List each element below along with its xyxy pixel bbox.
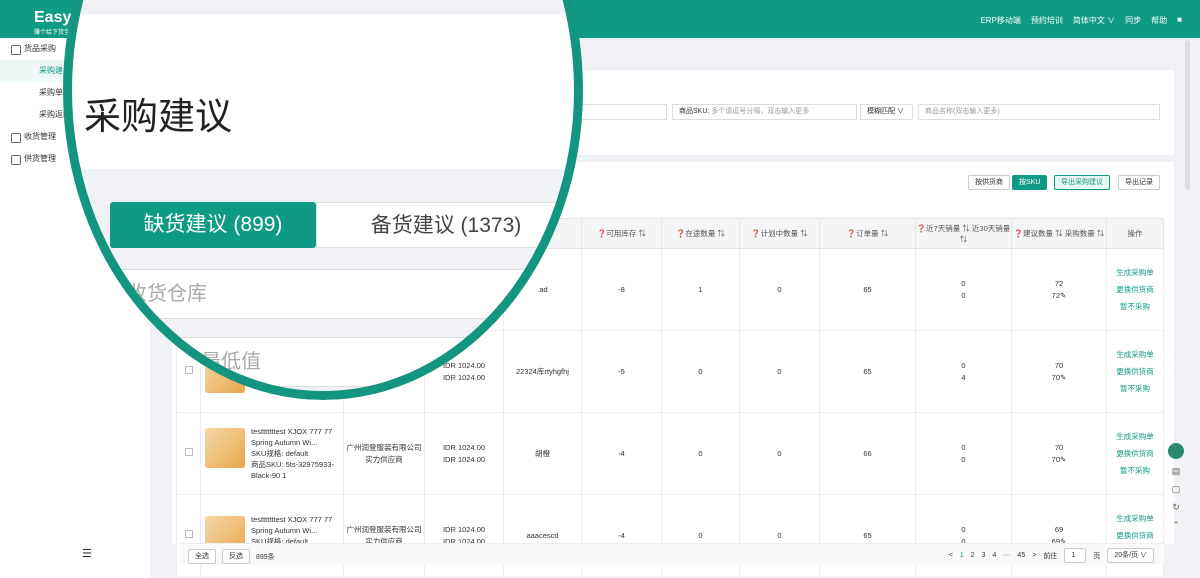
suggest-cell[interactable]: 72 72✎ <box>1011 248 1107 331</box>
select-all-button[interactable]: 全选 <box>188 549 216 564</box>
warehouse-cell: 22324库rtyhgfhj <box>503 330 582 413</box>
change-supplier-link[interactable]: 更换供货商 <box>1107 281 1163 298</box>
per-page-select[interactable]: 20条/页 ∨ <box>1107 548 1154 563</box>
skip-purchase-link[interactable]: 暂不采购 <box>1107 380 1163 397</box>
tab-short-stock[interactable]: 缺货建议 (899) <box>110 202 316 248</box>
row-checkbox[interactable] <box>176 412 201 495</box>
col-planned[interactable]: ❓计划中数量 ⇅ <box>739 218 820 249</box>
page-scrollbar[interactable] <box>1185 40 1190 190</box>
doc-icon[interactable]: ▤ <box>1172 466 1181 477</box>
orders-cell: 65 <box>819 248 916 331</box>
checkbox[interactable] <box>184 529 193 538</box>
orders-cell: 65 <box>819 330 916 413</box>
tab-stock-up[interactable]: 备货建议 (1373) <box>316 202 574 248</box>
page-3[interactable]: 3 <box>982 552 986 559</box>
page-4[interactable]: 4 <box>993 552 997 559</box>
sales-cell: 04 <box>915 330 1012 413</box>
page-unit: 页 <box>1093 552 1101 560</box>
available-cell: -5 <box>581 330 662 413</box>
col-sales[interactable]: ❓近7天销量 ⇅ 近30天销量 ⇅ <box>915 218 1012 249</box>
match-select[interactable]: 模糊匹配 ∨ <box>860 104 913 120</box>
user-icon[interactable]: ■ <box>1177 15 1182 26</box>
menu-collapse-icon[interactable]: ☰ <box>82 547 92 560</box>
goto-input[interactable]: 1 <box>1064 548 1087 563</box>
page-title: 采购建议 <box>84 95 232 138</box>
page-1[interactable]: 1 <box>960 552 964 559</box>
page-ellipsis[interactable]: ··· <box>1003 552 1010 559</box>
back-top-icon[interactable]: ⌃ <box>1172 520 1180 531</box>
actions-cell[interactable]: 生成采购单更换供货商暂不采购 <box>1106 330 1164 413</box>
magnifier-overlay: 采购建议 缺货建议 (899) 备货建议 (1373) 收货仓库 最低值 <box>63 0 583 400</box>
by-sku-button[interactable]: 按SKU <box>1012 175 1048 190</box>
change-supplier-link[interactable]: 更换供货商 <box>1107 363 1163 380</box>
col-transit[interactable]: ❓在途数量 ⇅ <box>661 218 740 249</box>
refresh-icon[interactable]: ↻ <box>1172 502 1180 513</box>
generate-po-link[interactable]: 生成采购单 <box>1107 264 1163 281</box>
export-suggestion-button[interactable]: 导出采购建议 <box>1054 175 1110 190</box>
top-right-menu: ERP移动端 预约培训 简体中文 ∨ 同步 帮助 ■ <box>980 15 1182 26</box>
supplier-cell: 广州润登服装有限公司实力供应商 <box>343 412 425 495</box>
change-supplier-link[interactable]: 更换供货商 <box>1107 527 1163 544</box>
orders-cell: 66 <box>819 412 916 495</box>
training-link[interactable]: 预约培训 <box>1031 15 1063 26</box>
page-45[interactable]: 45 <box>1017 552 1025 559</box>
table-footer: 全选 反选 899条 < 1 2 3 4 ··· 45 > 前往 1 页 20条… <box>180 543 1164 565</box>
planned-cell: 0 <box>739 412 820 495</box>
available-cell: -8 <box>581 248 662 331</box>
sales-cell: 00 <box>915 248 1012 331</box>
transit-cell: 1 <box>661 248 740 331</box>
planned-cell: 0 <box>739 248 820 331</box>
magnified-bg <box>72 0 574 14</box>
planned-cell: 0 <box>739 330 820 413</box>
generate-po-link[interactable]: 生成采购单 <box>1107 428 1163 445</box>
generate-po-link[interactable]: 生成采购单 <box>1107 510 1163 527</box>
floating-toolbar: ▤ ▢ ↻ ⌃ <box>1166 443 1186 543</box>
suggest-cell[interactable]: 70 70✎ <box>1011 412 1107 495</box>
export-log-button[interactable]: 导出记录 <box>1118 175 1160 190</box>
transit-cell: 0 <box>661 330 740 413</box>
product-cell: testttttttest XJOX 777 77 Spring Autumn … <box>200 412 344 495</box>
sync-button[interactable]: 同步 <box>1125 15 1141 26</box>
sales-cell: 00 <box>915 412 1012 495</box>
suggest-cell[interactable]: 70 70✎ <box>1011 330 1107 413</box>
help-button[interactable]: 帮助 <box>1151 15 1167 26</box>
skip-purchase-link[interactable]: 暂不采购 <box>1107 298 1163 315</box>
col-available[interactable]: ❓可用库存 ⇅ <box>581 218 662 249</box>
erp-mobile-link[interactable]: ERP移动端 <box>980 15 1020 26</box>
assistant-avatar-icon[interactable] <box>1168 443 1184 459</box>
col-orders[interactable]: ❓订单量 ⇅ <box>819 218 916 249</box>
table-row: testttttttest XJOX 777 77 Spring Autumn … <box>176 412 1164 495</box>
page-next[interactable]: > <box>1032 552 1036 559</box>
transit-cell: 0 <box>661 412 740 495</box>
col-suggest[interactable]: ❓建议数量 ⇅ 采购数量 ⇅ <box>1011 218 1107 249</box>
price-cell: IDR 1024.00IDR 1024.00 <box>424 412 504 495</box>
page-prev[interactable]: < <box>949 552 953 559</box>
actions-cell[interactable]: 生成采购单更换供货商暂不采购 <box>1106 248 1164 331</box>
by-supplier-button[interactable]: 按供货商 <box>968 175 1010 190</box>
product-thumbnail <box>205 428 245 468</box>
chat-icon[interactable]: ▢ <box>1172 484 1181 495</box>
sku-input[interactable]: 商品SKU: 多个请逗号分隔，双击输入更多 <box>672 104 857 120</box>
available-cell: -4 <box>581 412 662 495</box>
skip-purchase-link[interactable]: 暂不采购 <box>1107 462 1163 479</box>
product-name-input[interactable]: 商品名称(双击输入更多) <box>918 104 1160 120</box>
checkbox[interactable] <box>184 447 193 456</box>
invert-select-button[interactable]: 反选 <box>222 549 250 564</box>
warehouse-cell: 胡橙 <box>503 412 582 495</box>
page-2[interactable]: 2 <box>971 552 975 559</box>
language-select[interactable]: 简体中文 ∨ <box>1073 15 1115 26</box>
warehouse-select[interactable]: 收货仓库 <box>110 269 570 319</box>
goto-label: 前往 <box>1043 552 1058 560</box>
actions-cell[interactable]: 生成采购单更换供货商暂不采购 <box>1106 412 1164 495</box>
pagination: < 1 2 3 4 ··· 45 > 前往 1 页 20条/页 ∨ <box>949 548 1154 563</box>
record-count: 899条 <box>256 553 275 561</box>
change-supplier-link[interactable]: 更换供货商 <box>1107 445 1163 462</box>
generate-po-link[interactable]: 生成采购单 <box>1107 346 1163 363</box>
col-actions: 操作 <box>1106 218 1164 249</box>
